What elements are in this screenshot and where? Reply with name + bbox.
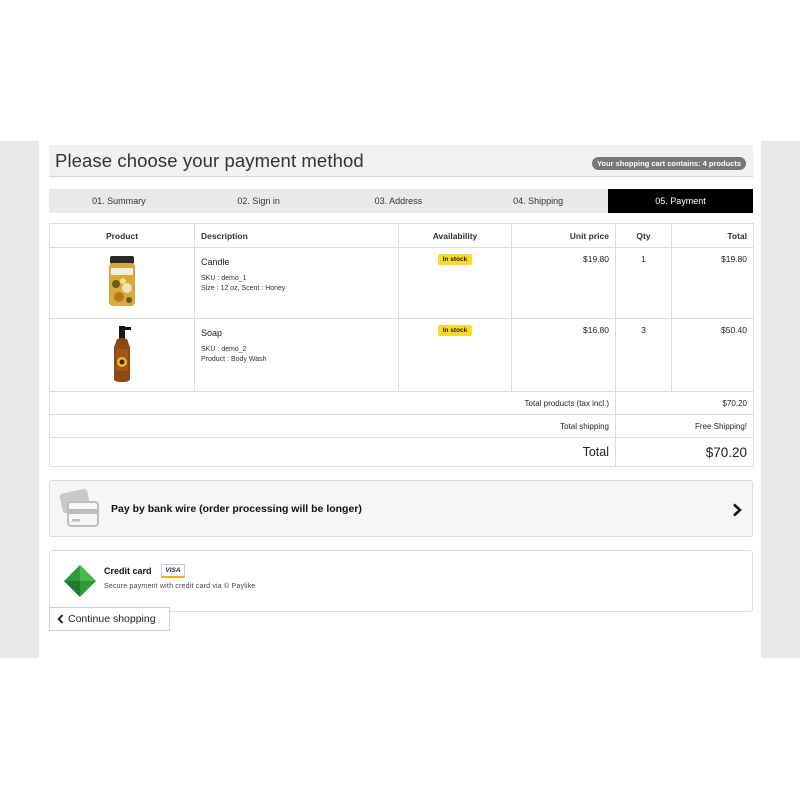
availability-cell: In stock [398,318,512,392]
col-unit-price: Unit price [511,223,616,248]
credit-card-icon [59,489,99,527]
checkout-steps: 01. Summary 02. Sign in 03. Address 04. … [49,189,753,213]
right-gutter [761,141,800,658]
soap-bottle-icon[interactable] [110,325,134,383]
credit-card-option[interactable]: Credit card VISA Secure payment with cre… [49,550,753,612]
cart-row-candle: Candle SKU : demo_1 Size : 12 oz, Scent … [49,247,754,319]
total-shipping-row: Total shipping Free Shipping! [49,414,754,438]
bank-wire-label[interactable]: Pay by bank wire (order processing will … [111,503,362,515]
visa-badge: VISA [161,564,185,578]
continue-shopping-label: Continue shopping [68,613,156,625]
grand-total-value: $70.20 [615,437,754,467]
quantity: 1 [615,247,672,319]
stock-badge: In stock [437,325,473,336]
grand-total-label: Total [49,437,616,467]
col-total: Total [671,223,754,248]
step-summary[interactable]: 01. Summary [49,189,189,213]
product-name[interactable]: Soap [201,328,392,338]
paylike-leaf-icon [64,565,96,597]
left-gutter [0,141,39,658]
step-payment: 05. Payment [608,189,753,213]
step-address[interactable]: 03. Address [329,189,469,213]
candle-jar-icon[interactable] [107,254,137,308]
bank-wire-option[interactable]: Pay by bank wire (order processing will … [49,480,753,537]
grand-total-row: Total $70.20 [49,437,754,467]
step-sign-in[interactable]: 02. Sign in [189,189,329,213]
line-total: $19.80 [671,247,754,319]
continue-shopping-button[interactable]: Continue shopping [49,607,170,631]
product-sku: SKU : demo_1 [201,275,247,282]
cart-table: Product Description Availability Unit pr… [49,223,754,467]
chevron-left-icon [57,614,64,624]
cart-row-soap: Soap SKU : demo_2 Product : Body Wash In… [49,318,754,392]
availability-cell: In stock [398,247,512,319]
product-name[interactable]: Candle [201,257,392,267]
product-sku: SKU : demo_2 [201,346,247,353]
product-image-cell [49,247,195,319]
col-qty: Qty [615,223,672,248]
page-title: Please choose your payment method [55,150,364,171]
cart-count-badge: Your shopping cart contains: 4 products [591,157,746,170]
cart-header-row: Product Description Availability Unit pr… [49,223,754,248]
total-products-row: Total products (tax incl.) $70.20 [49,391,754,415]
stock-badge: In stock [437,254,473,265]
page-header: Please choose your payment method Your s… [49,145,753,177]
quantity: 3 [615,318,672,392]
chevron-right-icon[interactable] [732,503,742,517]
credit-card-subtitle: Secure payment with credit card via © Pa… [104,583,256,590]
product-attributes: Product : Body Wash [201,356,267,363]
product-description: Candle SKU : demo_1 Size : 12 oz, Scent … [194,247,399,319]
total-shipping-value: Free Shipping! [615,414,754,438]
product-image-cell [49,318,195,392]
total-products-label: Total products (tax incl.) [49,391,616,415]
line-total: $50.40 [671,318,754,392]
total-products-value: $70.20 [615,391,754,415]
step-shipping[interactable]: 04. Shipping [468,189,608,213]
col-availability: Availability [398,223,512,248]
col-product: Product [49,223,195,248]
col-description: Description [194,223,399,248]
product-attributes: Size : 12 oz, Scent : Honey [201,285,286,292]
credit-card-title[interactable]: Credit card [104,566,152,576]
product-description: Soap SKU : demo_2 Product : Body Wash [194,318,399,392]
total-shipping-label: Total shipping [49,414,616,438]
unit-price: $19.80 [511,247,616,319]
checkout-content: Please choose your payment method Your s… [49,145,754,631]
unit-price: $16.80 [511,318,616,392]
